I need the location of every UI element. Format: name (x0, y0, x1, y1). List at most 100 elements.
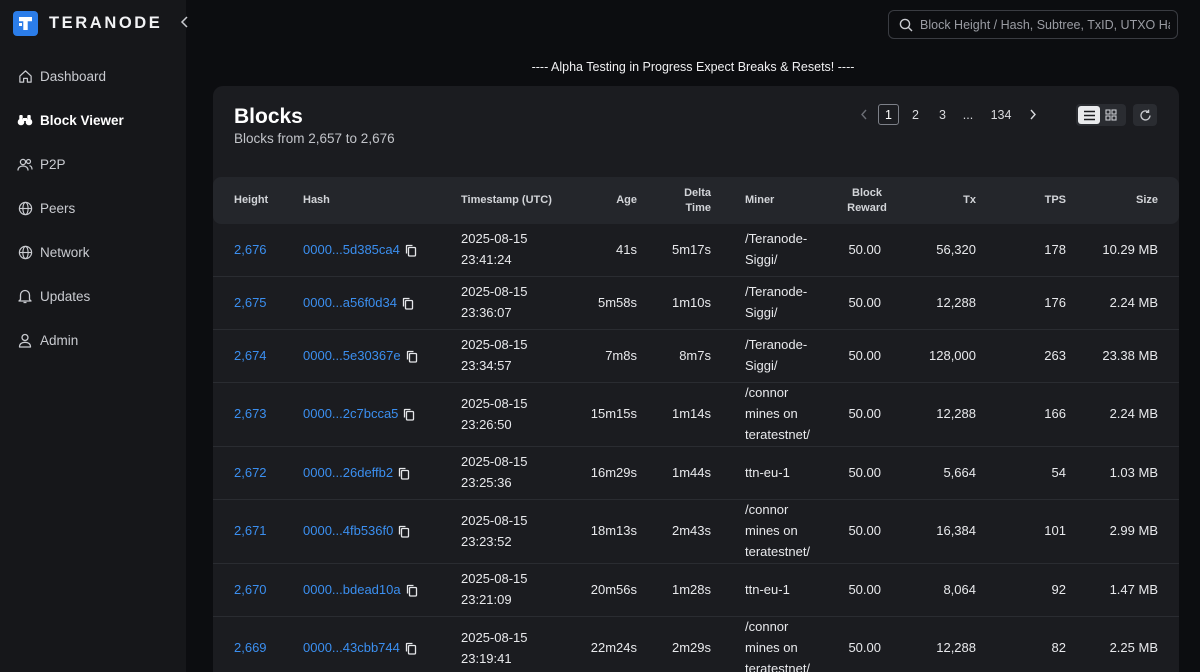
block-height-link-text[interactable]: 2,674 (234, 346, 267, 367)
block-height-link[interactable]: 2,670 (234, 564, 267, 616)
block-height-link[interactable]: 2,673 (234, 383, 267, 446)
tx-count-cell-text: 56,320 (936, 241, 976, 257)
block-hash-link-text[interactable]: 0000...a56f0d34 (303, 293, 397, 314)
page-button-2[interactable]: 2 (905, 104, 926, 125)
block-hash-link-text[interactable]: 0000...4fb536f0 (303, 521, 393, 542)
block-height-link[interactable]: 2,676 (234, 224, 267, 276)
block-height-link[interactable]: 2,671 (234, 500, 267, 563)
miner-line: /Teranode- (745, 337, 808, 353)
copy-icon[interactable] (405, 244, 417, 257)
grid-view-button[interactable] (1100, 106, 1122, 124)
timestamp-cell: 2025-08-15 23:25:36 (461, 447, 528, 499)
table-row[interactable]: 2,676 0000...5d385ca4 2025-08-15 23:41:24 41… (213, 224, 1179, 277)
copy-icon[interactable] (398, 467, 410, 480)
col-miner[interactable]: Miner (745, 177, 774, 224)
col-height[interactable]: Height (234, 177, 268, 224)
block-hash-link-text[interactable]: 0000...5e30367e (303, 346, 401, 367)
sidebar-item-network[interactable]: Network (0, 230, 186, 274)
block-height-link-text[interactable]: 2,675 (234, 293, 267, 314)
block-hash-link[interactable]: 0000...5d385ca4 (303, 224, 417, 276)
miner-line: Siggi/ (745, 252, 778, 267)
tps-cell: 176 (993, 277, 1066, 329)
col-hash[interactable]: Hash (303, 177, 330, 224)
search-input[interactable] (920, 17, 1170, 32)
timestamp-cell: 2025-08-15 23:34:57 (461, 330, 528, 382)
sidebar-item-label: Dashboard (40, 68, 107, 84)
block-hash-link[interactable]: 0000...4fb536f0 (303, 500, 410, 563)
search-icon (899, 18, 913, 31)
table-row[interactable]: 2,669 0000...43cbb744 2025-08-15 23:19:41 22… (213, 617, 1179, 672)
block-reward-cell: 50.00 (833, 277, 881, 329)
table-row[interactable]: 2,675 0000...a56f0d34 2025-08-15 23:36:07 5m… (213, 277, 1179, 330)
col-size[interactable]: Size (1073, 177, 1158, 224)
block-hash-link-text[interactable]: 0000...5d385ca4 (303, 240, 400, 261)
delta-time-cell-text: 5m17s (671, 241, 711, 257)
block-height-link-text[interactable]: 2,673 (234, 404, 267, 425)
block-hash-link[interactable]: 0000...bdead10a (303, 564, 418, 616)
block-hash-link-text[interactable]: 0000...43cbb744 (303, 638, 400, 659)
block-hash-link[interactable]: 0000...5e30367e (303, 330, 418, 382)
copy-icon[interactable] (406, 584, 418, 597)
refresh-button[interactable] (1133, 104, 1157, 126)
block-height-link[interactable]: 2,672 (234, 447, 267, 499)
block-height-link[interactable]: 2,674 (234, 330, 267, 382)
page-button-1[interactable]: 1 (878, 104, 899, 125)
table-row[interactable]: 2,670 0000...bdead10a 2025-08-15 23:21:09 20… (213, 564, 1179, 617)
block-hash-link-text[interactable]: 0000...26deffb2 (303, 463, 393, 484)
sidebar-item-updates[interactable]: Updates (0, 274, 186, 318)
brand[interactable]: TERANODE (13, 10, 162, 36)
block-hash-link-text[interactable]: 0000...bdead10a (303, 580, 401, 601)
col-delta-time-line-2: Time (685, 201, 711, 214)
col-timestamp[interactable]: Timestamp (UTC) (461, 177, 552, 224)
copy-icon[interactable] (406, 350, 418, 363)
sidebar-item-peers[interactable]: Peers (0, 186, 186, 230)
sidebar-item-admin[interactable]: Admin (0, 318, 186, 362)
sidebar-item-block-viewer[interactable]: Block Viewer (0, 98, 186, 142)
table-row[interactable]: 2,673 0000...2c7bcca5 2025-08-15 23:26:50 15… (213, 383, 1179, 447)
copy-icon[interactable] (402, 297, 414, 310)
timestamp-time: 23:26:50 (461, 416, 512, 432)
age-cell: 41s (553, 224, 637, 276)
col-tps[interactable]: TPS (993, 177, 1066, 224)
col-age[interactable]: Age (553, 177, 637, 224)
block-hash-link[interactable]: 0000...43cbb744 (303, 617, 417, 672)
block-hash-link[interactable]: 0000...2c7bcca5 (303, 383, 415, 446)
col-tx[interactable]: Tx (913, 177, 976, 224)
col-block-reward[interactable]: Block Reward (833, 177, 901, 224)
copy-icon[interactable] (403, 408, 415, 421)
block-height-link-text[interactable]: 2,669 (234, 638, 267, 659)
miner-cell: /connor mines on teratestnet/ (745, 617, 810, 672)
block-height-link-text[interactable]: 2,676 (234, 240, 267, 261)
collapse-sidebar-button[interactable] (176, 13, 192, 31)
list-view-button[interactable] (1078, 106, 1100, 124)
timestamp-date: 2025-08-15 (461, 454, 528, 470)
block-height-link-text[interactable]: 2,670 (234, 580, 267, 601)
block-hash-link[interactable]: 0000...a56f0d34 (303, 277, 414, 329)
miner-line: /Teranode- (745, 231, 808, 247)
block-hash-link[interactable]: 0000...26deffb2 (303, 447, 410, 499)
globe-icon (17, 244, 33, 260)
sidebar-item-dashboard[interactable]: Dashboard (0, 54, 186, 98)
table-row[interactable]: 2,672 0000...26deffb2 2025-08-15 23:25:36 16… (213, 447, 1179, 500)
page-button-3[interactable]: 3 (932, 104, 953, 125)
search-box[interactable] (888, 10, 1178, 39)
next-page-button[interactable] (1022, 104, 1044, 125)
prev-page-button[interactable] (853, 104, 875, 125)
copy-icon[interactable] (398, 525, 410, 538)
block-height-link[interactable]: 2,675 (234, 277, 267, 329)
delta-time-cell: 1m10s (653, 277, 711, 329)
copy-icon[interactable] (405, 642, 417, 655)
table-row[interactable]: 2,671 0000...4fb536f0 2025-08-15 23:23:52 18… (213, 500, 1179, 564)
tx-count-cell-text: 12,288 (936, 294, 976, 310)
col-delta-time[interactable]: Delta Time (653, 177, 711, 224)
miner-line: Siggi/ (745, 358, 778, 373)
block-hash-link-text[interactable]: 0000...2c7bcca5 (303, 404, 398, 425)
sidebar-item-p2p[interactable]: P2P (0, 142, 186, 186)
table-row[interactable]: 2,674 0000...5e30367e 2025-08-15 23:34:57 7m… (213, 330, 1179, 383)
page-button-134[interactable]: 134 (984, 104, 1018, 125)
block-height-link-text[interactable]: 2,671 (234, 521, 267, 542)
tps-cell: 92 (993, 564, 1066, 616)
view-toggle (1076, 104, 1126, 126)
block-height-link-text[interactable]: 2,672 (234, 463, 267, 484)
block-height-link[interactable]: 2,669 (234, 617, 267, 672)
